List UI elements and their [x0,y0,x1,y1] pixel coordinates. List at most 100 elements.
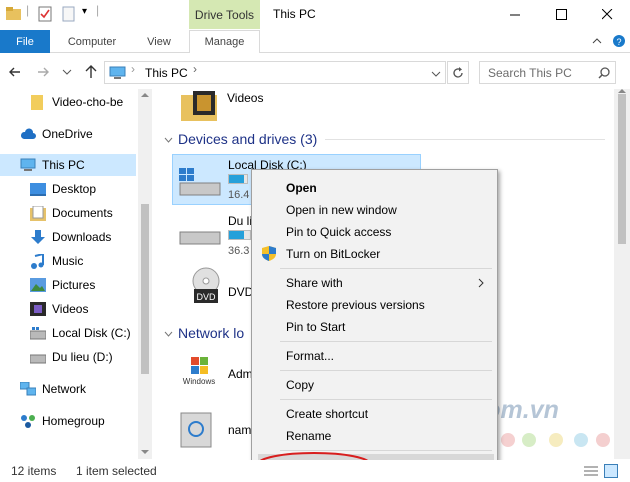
sidebar-item-video-cho-be[interactable]: Video-cho-be [0,91,136,113]
computer-icon [109,66,126,79]
status-selected: 1 item selected [76,464,157,478]
details-view-icon[interactable] [584,465,598,477]
drive-d-usage-bar [228,230,251,240]
tab-file[interactable]: File [0,30,50,53]
sidebar-item-onedrive[interactable]: OneDrive [0,123,136,145]
drive-d-free: 36.3 [228,245,250,257]
svg-text:Windows: Windows [183,377,215,386]
ribbon: File Computer View Manage ? [0,30,630,53]
content-scroll-thumb[interactable] [618,94,626,244]
sidebar-item-label: Pictures [52,278,96,292]
videos-icon [30,302,46,316]
menu-item-pin-quick-access[interactable]: Pin to Quick access [252,221,497,242]
network-heading[interactable]: Network lo [178,325,244,341]
watermark-dot [522,433,536,447]
sidebar-item-du-lieu-d[interactable]: Du lieu (D:) [0,346,136,368]
svg-text:DVD: DVD [196,292,216,302]
drive-c-usage-bar [228,174,248,184]
menu-item-restore-previous[interactable]: Restore previous versions [252,294,497,315]
menu-item-create-shortcut[interactable]: Create shortcut [252,403,497,424]
breadcrumb-this-pc[interactable]: This PC [145,66,188,80]
scroll-up-icon[interactable] [141,92,149,98]
sidebar-item-downloads[interactable]: Downloads [0,226,136,248]
network-icon [20,382,36,396]
videos-folder-icon [181,91,217,121]
address-dropdown-icon[interactable] [431,70,441,78]
large-icons-view-icon[interactable] [604,464,618,478]
status-bar: 12 items 1 item selected [0,460,630,482]
tab-computer[interactable]: Computer [56,30,128,53]
address-bar[interactable]: › This PC › [104,61,446,84]
scroll-down-icon[interactable] [141,449,149,455]
drive-d-name: Du li [228,214,253,228]
up-icon[interactable] [84,64,98,79]
maximize-button[interactable] [538,0,584,29]
help-icon[interactable]: ? [612,34,626,48]
tab-manage[interactable]: Manage [189,30,260,53]
drive-icon [30,326,46,339]
sidebar-item-label: Documents [52,206,113,220]
submenu-arrow-icon [478,278,484,288]
sidebar-item-label: Video-cho-be [52,95,124,109]
collapse-devices-icon[interactable] [164,136,173,144]
menu-item-open-new-window[interactable]: Open in new window [252,199,497,220]
svg-text:?: ? [616,37,621,47]
recent-locations-icon[interactable] [62,68,72,76]
content-scrollbar[interactable] [614,89,630,459]
documents-icon [30,205,46,221]
sidebar-item-this-pc[interactable]: This PC [0,154,136,176]
menu-item-format[interactable]: Format... [252,345,497,366]
new-folder-icon[interactable] [62,6,75,22]
search-icon [598,67,610,79]
menu-item-open[interactable]: Open [252,177,497,198]
devices-heading[interactable]: Devices and drives (3) [178,131,317,147]
refresh-button[interactable] [447,61,469,84]
menu-separator [280,268,492,269]
sidebar-item-label: Local Disk (C:) [52,326,131,340]
forward-icon[interactable] [36,65,50,79]
watermark-dot [549,433,563,447]
back-icon[interactable] [8,65,22,79]
properties-icon[interactable] [38,6,52,22]
sidebar-scrollbar[interactable] [138,89,152,459]
sidebar-item-music[interactable]: Music [0,250,136,272]
collapse-network-icon[interactable] [164,330,173,338]
sidebar-item-documents[interactable]: Documents [0,202,136,224]
menu-item-share-with[interactable]: Share with [252,272,497,293]
sidebar-scroll-thumb[interactable] [141,204,149,374]
menu-item-copy[interactable]: Copy [252,374,497,395]
folder-icon [31,94,43,110]
drive-tools-group: Drive Tools [189,0,260,29]
sidebar-item-videos[interactable]: Videos [0,298,136,320]
menu-item-rename[interactable]: Rename [252,425,497,446]
minimize-button[interactable] [492,0,538,29]
status-item-count: 12 items [11,464,57,478]
watermark-dot [574,433,588,447]
window-title: This PC [273,7,316,21]
sidebar-item-label: Music [52,254,84,268]
sidebar-item-desktop[interactable]: Desktop [0,178,136,200]
homegroup-icon [21,415,35,428]
sidebar-item-label: Downloads [52,230,112,244]
folder-videos-label: Videos [227,91,264,105]
desktop-icon [30,182,46,196]
tab-view[interactable]: View [136,30,182,53]
search-input[interactable]: Search This PC [479,61,616,84]
menu-item-label: Turn on BitLocker [286,246,381,261]
menu-item-bitlocker[interactable]: Turn on BitLocker [252,243,497,264]
sidebar-item-label: OneDrive [42,127,93,141]
search-placeholder: Search This PC [488,66,572,80]
customize-toolbar-icon[interactable]: ▾ [82,6,87,17]
expand-ribbon-icon[interactable] [592,37,602,45]
sidebar-item-label: Desktop [52,182,97,196]
watermark-dot [501,433,515,447]
close-button[interactable] [584,0,630,29]
sidebar-item-homegroup[interactable]: Homegroup [0,410,136,432]
minimize-icon [509,14,520,16]
folder-videos[interactable]: Videos [181,89,263,126]
sidebar-item-pictures[interactable]: Pictures [0,274,136,296]
sidebar-item-local-disk-c[interactable]: Local Disk (C:) [0,322,136,344]
explorer-icon[interactable] [6,7,22,21]
menu-item-pin-start[interactable]: Pin to Start [252,316,497,337]
sidebar-item-network[interactable]: Network [0,378,136,400]
